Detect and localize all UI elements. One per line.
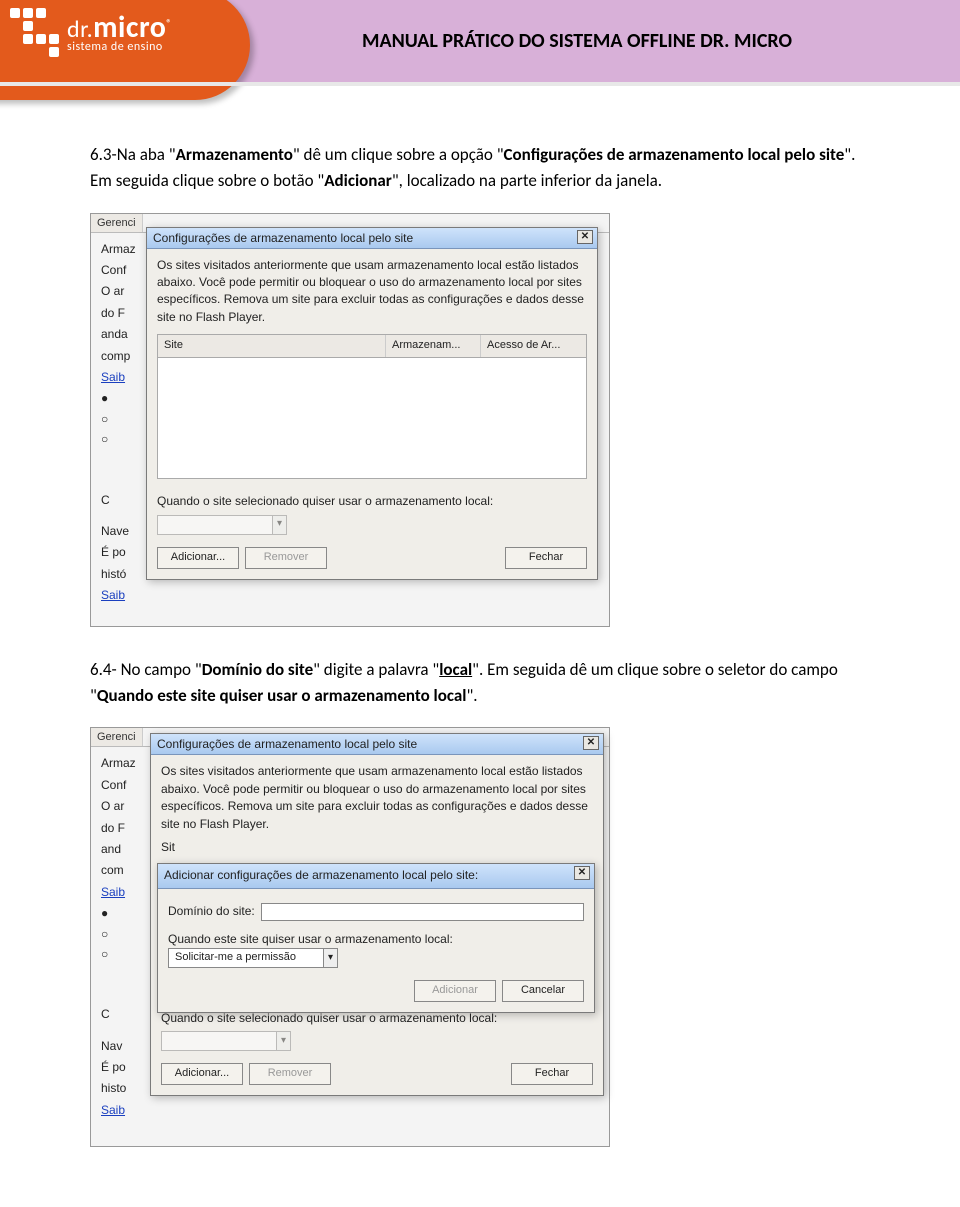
inner-add-button[interactable]: Adicionar — [414, 980, 496, 1002]
inner-prompt: Quando este site quiser usar o armazenam… — [168, 931, 584, 948]
add-button-2[interactable]: Adicionar... — [161, 1063, 243, 1085]
close-icon[interactable]: ✕ — [574, 866, 590, 880]
remove-button-2[interactable]: Remover — [249, 1063, 331, 1085]
outer-prompt: Quando o site selecionado quiser usar o … — [161, 1010, 593, 1027]
settings-tab[interactable]: Gerenci — [91, 214, 143, 232]
manual-title: MANUAL PRÁTICO DO SISTEMA OFFLINE DR. MI… — [234, 29, 960, 53]
dialog-description: Os sites visitados anteriormente que usa… — [157, 257, 587, 327]
remove-button[interactable]: Remover — [245, 547, 327, 569]
column-storage[interactable]: Armazenam... — [386, 335, 481, 357]
screenshot-6-4: Gerenci Armaz Conf O ar do F and com Sai… — [90, 727, 870, 1147]
dialog-title-2: Configurações de armazenamento local pel… — [157, 737, 417, 751]
brand-subtitle: sistema de ensino — [67, 41, 172, 53]
learn-more-link-4[interactable]: Saib — [101, 1102, 599, 1119]
logo-squares-icon — [10, 8, 59, 57]
close-icon[interactable]: ✕ — [583, 736, 599, 750]
screenshot-6-3: Gerenci Armaz Conf O ar do F anda comp S… — [90, 213, 870, 627]
add-site-dialog-title: Adicionar configurações de armazenamento… — [164, 868, 478, 882]
storage-mode-select[interactable] — [157, 515, 287, 535]
column-site[interactable]: Site — [158, 335, 386, 357]
storage-mode-select-2[interactable] — [161, 1031, 291, 1051]
page-header: dr.micro® sistema de ensino MANUAL PRÁTI… — [0, 0, 960, 82]
dialog-title: Configurações de armazenamento local pel… — [153, 231, 413, 245]
paragraph-6-4: 6.4- No campo "Domínio do site" digite a… — [90, 657, 870, 710]
local-storage-settings-dialog: Configurações de armazenamento local pel… — [146, 227, 598, 580]
cancel-button[interactable]: Cancelar — [502, 980, 584, 1002]
paragraph-6-3: 6.3-Na aba "Armazenamento" dê um clique … — [90, 142, 870, 195]
close-button[interactable]: Fechar — [505, 547, 587, 569]
learn-more-link-2[interactable]: Saib — [101, 587, 599, 604]
sites-table-body — [158, 358, 586, 478]
close-icon[interactable]: ✕ — [577, 230, 593, 244]
column-access[interactable]: Acesso de Ar... — [481, 335, 586, 357]
add-button[interactable]: Adicionar... — [157, 547, 239, 569]
storage-prompt: Quando o site selecionado quiser usar o … — [157, 493, 587, 510]
permission-select[interactable]: Solicitar-me a permissão — [168, 948, 338, 968]
brand-registered-icon: ® — [166, 16, 172, 29]
dialog-description-2: Os sites visitados anteriormente que usa… — [161, 763, 593, 833]
local-storage-settings-dialog-2: Configurações de armazenamento local pel… — [150, 733, 604, 1096]
add-site-dialog: Adicionar configurações de armazenamento… — [157, 863, 595, 1013]
domain-label: Domínio do site: — [168, 903, 255, 920]
close-button-2[interactable]: Fechar — [511, 1063, 593, 1085]
domain-input[interactable] — [261, 903, 584, 921]
settings-tab-2[interactable]: Gerenci — [91, 728, 143, 746]
sites-table: Site Armazenam... Acesso de Ar... — [157, 334, 587, 479]
brand-logo: dr.micro® sistema de ensino — [0, 0, 234, 82]
